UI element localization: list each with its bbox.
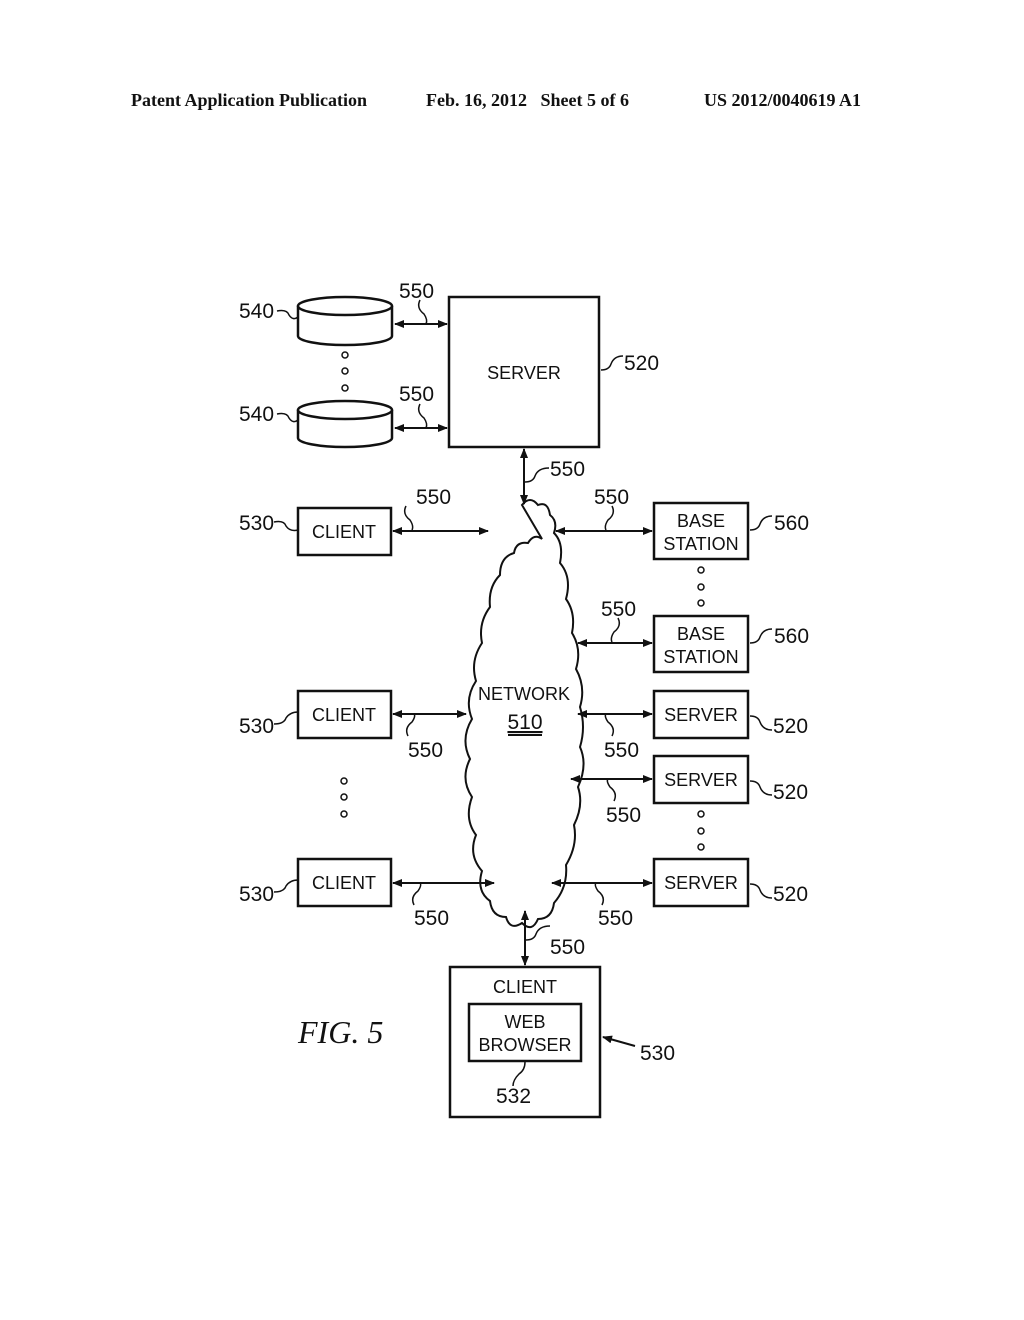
client-1-label: CLIENT [312, 522, 376, 542]
link-ref: 550 [414, 907, 449, 930]
leader-520 [749, 883, 773, 899]
figure-caption: FIG. 5 [297, 1014, 383, 1050]
client-2-ref: 530 [239, 715, 274, 738]
client-2-label: CLIENT [312, 705, 376, 725]
leader-550 [604, 505, 615, 531]
main-server-ref: 520 [624, 352, 659, 375]
leader-530 [273, 879, 299, 893]
leader-550 [604, 713, 615, 737]
storage-1-ref: 540 [239, 300, 274, 323]
server-1-label: SERVER [664, 705, 738, 725]
ellipsis-dot [341, 384, 349, 392]
client-3-ref: 530 [239, 883, 274, 906]
leader-550 [610, 617, 621, 643]
server-3-label: SERVER [664, 873, 738, 893]
server-2-ref: 520 [773, 781, 808, 804]
leader-550 [403, 505, 414, 531]
server-2-label: SERVER [664, 770, 738, 790]
leader-520 [749, 780, 773, 796]
ellipsis-dot [341, 367, 349, 375]
ellipsis-dot [340, 810, 348, 818]
leader-550 [594, 882, 605, 906]
bottom-client-label: CLIENT [493, 977, 557, 997]
link-ref: 550 [598, 907, 633, 930]
arrow-530 [602, 1035, 636, 1047]
ellipsis-dot [697, 599, 705, 607]
leader-540-1 [276, 309, 299, 320]
leader-550 [417, 403, 428, 429]
web-browser-ref: 532 [496, 1085, 531, 1108]
leader-550 [524, 467, 550, 483]
base-station-1-ref: 560 [774, 512, 809, 535]
server-1-ref: 520 [773, 715, 808, 738]
leader-530 [273, 520, 299, 532]
ellipsis-dot [697, 583, 705, 591]
link-ref: 550 [399, 280, 434, 303]
network-label: NETWORK [478, 684, 570, 704]
link-ref: 550 [601, 598, 636, 621]
leader-550 [417, 299, 428, 325]
main-server-label: SERVER [487, 363, 561, 383]
ellipsis-dot [340, 793, 348, 801]
server-3-ref: 520 [773, 883, 808, 906]
link-ref: 550 [606, 804, 641, 827]
leader-560 [749, 628, 773, 644]
ellipsis-dot [697, 843, 705, 851]
leader-520 [749, 715, 773, 731]
leader-550 [606, 778, 617, 802]
network-ref: 510 [507, 711, 542, 734]
leader-560 [749, 515, 773, 531]
base-station-1-line1: BASE [677, 511, 725, 531]
storage-2 [296, 399, 394, 449]
leader-540-2 [276, 412, 299, 423]
base-station-2-line1: BASE [677, 624, 725, 644]
link-ref: 550 [604, 739, 639, 762]
client-1-ref: 530 [239, 512, 274, 535]
leader-530 [273, 711, 299, 725]
base-station-1-line2: STATION [663, 534, 738, 554]
link-ref: 550 [550, 458, 585, 481]
storage-2-ref: 540 [239, 403, 274, 426]
link-ref: 550 [399, 383, 434, 406]
ellipsis-dot [341, 351, 349, 359]
network-diagram: NETWORK 510 540 540 550 550 SERVER 520 5… [239, 280, 809, 1119]
storage-1 [296, 295, 394, 347]
bottom-client-ref: 530 [640, 1042, 675, 1065]
base-station-2-ref: 560 [774, 625, 809, 648]
leader-520 [600, 355, 624, 371]
client-3-label: CLIENT [312, 873, 376, 893]
ellipsis-dot [340, 777, 348, 785]
base-station-2-line2: STATION [663, 647, 738, 667]
link-ref: 550 [408, 739, 443, 762]
ellipsis-dot [697, 566, 705, 574]
link-ref: 550 [594, 486, 629, 509]
web-browser-line1: WEB [504, 1012, 545, 1032]
web-browser-line2: BROWSER [478, 1035, 571, 1055]
link-ref: 550 [416, 486, 451, 509]
ellipsis-dot [697, 810, 705, 818]
leader-550 [411, 882, 422, 906]
ellipsis-dot [697, 827, 705, 835]
link-ref: 550 [550, 936, 585, 959]
leader-550 [405, 713, 416, 737]
